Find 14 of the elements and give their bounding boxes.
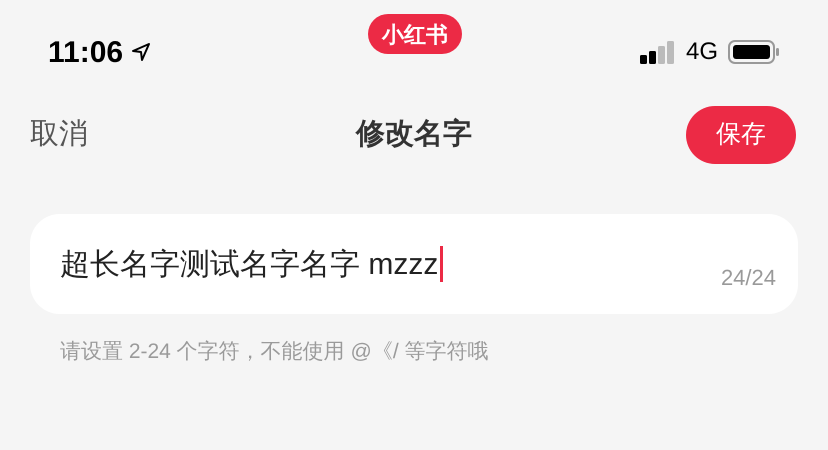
save-button[interactable]: 保存 (686, 106, 796, 164)
cancel-button[interactable]: 取消 (30, 113, 88, 157)
location-arrow-icon (131, 42, 152, 62)
app-logo: 小红书 (368, 14, 462, 54)
signal-icon (640, 40, 676, 64)
text-cursor (440, 246, 444, 282)
hint-text: 请设置 2-24 个字符，不能使用 @《/ 等字符哦 (60, 339, 490, 365)
input-value: 超长名字测试名字名字 mzzz (60, 246, 438, 282)
page-title: 修改名字 (356, 116, 472, 152)
name-input-field[interactable]: 超长名字测试名字名字 mzzz 24/24 (30, 214, 798, 314)
network-label: 4G (686, 37, 718, 67)
battery-icon (728, 39, 780, 65)
character-counter: 24/24 (720, 264, 776, 292)
status-time: 11:06 (48, 34, 124, 70)
